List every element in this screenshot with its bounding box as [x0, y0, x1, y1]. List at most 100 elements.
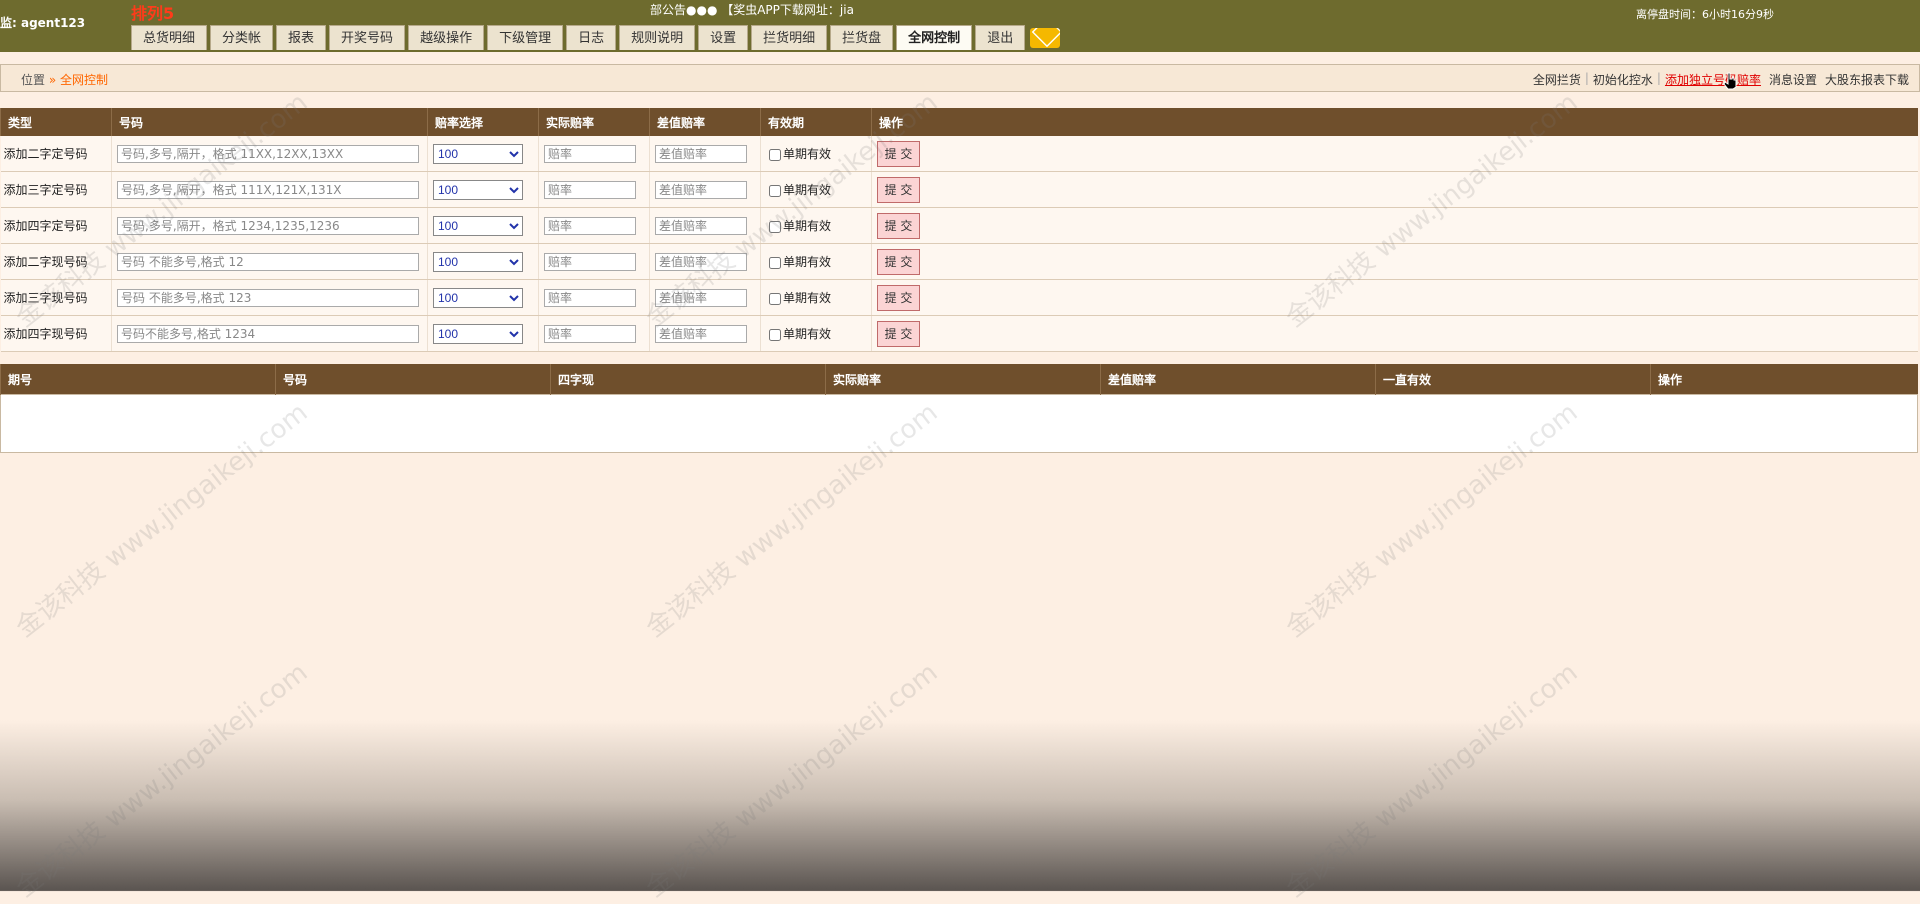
- table-header-row: 类型 号码 赔率选择 实际赔率 差值赔率 有效期 操作: [0, 108, 1918, 136]
- actual-rate-input[interactable]: [544, 324, 636, 343]
- tab-network-control[interactable]: 全网控制: [896, 25, 973, 50]
- table-row: 添加三字定号码 100 单期有效 提 交: [0, 171, 1918, 208]
- breadcrumb-current: 全网控制: [60, 73, 109, 87]
- link-shareholder-report-download[interactable]: 大股东报表下载: [1825, 71, 1909, 88]
- actual-rate-input[interactable]: [544, 288, 636, 307]
- col-validity: 有效期: [760, 108, 872, 136]
- tab-log[interactable]: 日志: [566, 25, 617, 50]
- table-row: 添加四字定号码 100 单期有效 提 交: [0, 207, 1918, 244]
- diff-rate-input[interactable]: [655, 180, 747, 199]
- diff-rate-cell: [649, 315, 761, 352]
- number-cell: [111, 136, 428, 172]
- rate-cell: 100: [427, 315, 539, 352]
- validity-cell: 单期有效: [760, 279, 872, 316]
- single-period-checkbox[interactable]: [769, 148, 781, 161]
- number-input[interactable]: [117, 144, 419, 163]
- col-actual-rate: 实际赔率: [825, 364, 1101, 395]
- single-period-checkbox[interactable]: [769, 256, 781, 269]
- submit-button[interactable]: 提 交: [877, 284, 920, 311]
- actual-rate-cell: [538, 315, 650, 352]
- diff-rate-input[interactable]: [655, 288, 747, 307]
- single-period-label: 单期有效: [783, 291, 832, 305]
- validity-cell: 单期有效: [760, 207, 872, 244]
- number-cell: [111, 207, 428, 244]
- hand-cursor-icon: [1723, 72, 1737, 90]
- diff-rate-cell: [649, 279, 761, 316]
- diff-rate-input[interactable]: [655, 216, 747, 235]
- tab-intercept-board[interactable]: 拦货盘: [830, 25, 894, 50]
- envelope-icon[interactable]: [1028, 25, 1062, 50]
- tab-logout[interactable]: 退出: [975, 25, 1026, 50]
- single-period-label: 单期有效: [783, 327, 832, 341]
- tab-intercept-detail[interactable]: 拦货明细: [751, 25, 828, 50]
- rate-select[interactable]: 100: [433, 287, 523, 308]
- validity-cell: 单期有效: [760, 136, 872, 172]
- submit-button[interactable]: 提 交: [877, 140, 920, 167]
- tab-skip-operation[interactable]: 越级操作: [408, 25, 485, 50]
- rate-select[interactable]: 100: [433, 179, 523, 200]
- rate-cell: 100: [427, 171, 539, 208]
- col-actual-rate: 实际赔率: [538, 108, 650, 136]
- tab-ledger[interactable]: 分类帐: [210, 25, 274, 50]
- number-input[interactable]: [117, 216, 419, 235]
- single-period-checkbox[interactable]: [769, 328, 781, 341]
- link-init-water-control[interactable]: 初始化控水: [1593, 71, 1653, 88]
- number-input[interactable]: [117, 252, 419, 271]
- link-message-settings[interactable]: 消息设置: [1769, 71, 1817, 88]
- action-cell: 提 交: [871, 171, 1918, 208]
- single-period-checkbox[interactable]: [769, 220, 781, 233]
- submit-button[interactable]: 提 交: [877, 212, 920, 239]
- rate-select[interactable]: 100: [433, 251, 523, 272]
- odds-list-table: 期号 号码 四字现 实际赔率 差值赔率 一直有效 操作: [0, 364, 1918, 453]
- game-logo: 排列5: [131, 4, 175, 23]
- col-rate-select: 赔率选择: [427, 108, 539, 136]
- action-cell: 提 交: [871, 136, 1918, 172]
- action-cell: 提 交: [871, 315, 1918, 352]
- watermark-text: 金该科技 www.jingaikeji.com: [640, 657, 944, 904]
- actual-rate-cell: [538, 279, 650, 316]
- actual-rate-cell: [538, 136, 650, 172]
- number-input[interactable]: [117, 324, 419, 343]
- table-row: 添加四字现号码 100 单期有效 提 交: [0, 315, 1918, 352]
- submit-button[interactable]: 提 交: [877, 176, 920, 203]
- diff-rate-input[interactable]: [655, 324, 747, 343]
- number-input[interactable]: [117, 288, 419, 307]
- diff-rate-cell: [649, 136, 761, 172]
- table-row: 添加二字现号码 100 单期有效 提 交: [0, 243, 1918, 280]
- actual-rate-input[interactable]: [544, 180, 636, 199]
- main-nav: 总货明细 分类帐 报表 开奖号码 越级操作 下级管理 日志 规则说明 设置 拦货…: [131, 25, 1062, 52]
- rate-select[interactable]: 100: [433, 215, 523, 236]
- tab-draw-numbers[interactable]: 开奖号码: [329, 25, 406, 50]
- link-add-independent-odds[interactable]: 添加独立号码赔率: [1665, 71, 1761, 88]
- col-number: 号码: [275, 364, 551, 395]
- tab-subordinates[interactable]: 下级管理: [487, 25, 564, 50]
- diff-rate-input[interactable]: [655, 252, 747, 271]
- rate-select[interactable]: 100: [433, 323, 523, 344]
- single-period-checkbox[interactable]: [769, 184, 781, 197]
- diff-rate-cell: [649, 207, 761, 244]
- rate-cell: 100: [427, 279, 539, 316]
- link-network-intercept[interactable]: 全网拦货: [1533, 71, 1581, 88]
- actual-rate-input[interactable]: [544, 144, 636, 163]
- submit-button[interactable]: 提 交: [877, 320, 920, 347]
- action-links: 全网拦货 | 初始化控水 | 添加独立号码赔率 消息设置 大股东报表下载: [1532, 71, 1909, 88]
- tab-summary[interactable]: 总货明细: [131, 25, 208, 50]
- tab-rules[interactable]: 规则说明: [619, 25, 696, 50]
- submit-button[interactable]: 提 交: [877, 248, 920, 275]
- rate-select[interactable]: 100: [433, 143, 523, 164]
- row-type: 添加二字定号码: [0, 136, 112, 172]
- diff-rate-input[interactable]: [655, 144, 747, 163]
- number-cell: [111, 243, 428, 280]
- tab-report[interactable]: 报表: [276, 25, 327, 50]
- single-period-checkbox[interactable]: [769, 292, 781, 305]
- tab-settings[interactable]: 设置: [698, 25, 749, 50]
- col-four-digit: 四字现: [550, 364, 826, 395]
- actual-rate-input[interactable]: [544, 216, 636, 235]
- rate-cell: 100: [427, 136, 539, 172]
- actual-rate-input[interactable]: [544, 252, 636, 271]
- actual-rate-cell: [538, 171, 650, 208]
- number-input[interactable]: [117, 180, 419, 199]
- watermark-text: 金该科技 www.jingaikeji.com: [1280, 657, 1584, 904]
- single-period-label: 单期有效: [783, 255, 832, 269]
- number-cell: [111, 315, 428, 352]
